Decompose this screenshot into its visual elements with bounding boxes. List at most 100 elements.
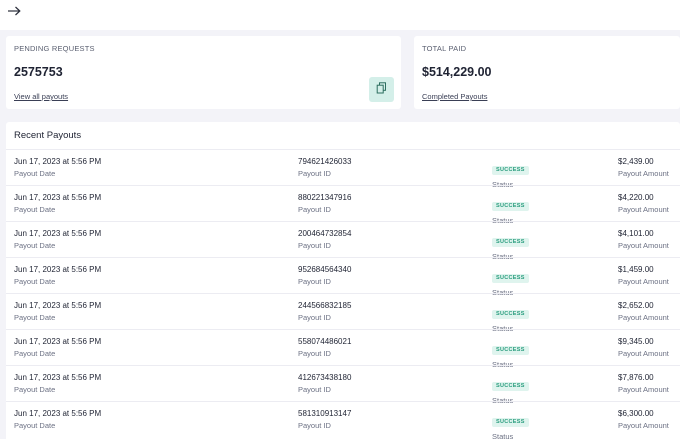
payout-id: 412673438180 [298, 373, 352, 382]
payout-date: Jun 17, 2023 at 5:56 PM [14, 301, 102, 310]
payout-date-cell: Jun 17, 2023 at 5:56 PM Payout Date [14, 265, 101, 287]
payout-id-label: Payout ID [298, 241, 331, 250]
payout-amount-cell: $9,345.00 Payout Amount [618, 337, 669, 359]
payout-id-label: Payout ID [298, 277, 331, 286]
payout-row[interactable]: Jun 17, 2023 at 5:56 PM Payout Date 5580… [6, 329, 680, 369]
payout-amount-label: Payout Amount [618, 313, 669, 322]
payout-row[interactable]: Jun 17, 2023 at 5:56 PM Payout Date 2445… [6, 293, 680, 333]
payout-row[interactable]: Jun 17, 2023 at 5:56 PM Payout Date 8802… [6, 185, 680, 225]
payout-date-cell: Jun 17, 2023 at 5:56 PM Payout Date [14, 301, 101, 323]
document-icon [376, 81, 387, 99]
payout-status-label: Status [492, 432, 514, 439]
payout-amount-label: Payout Amount [618, 385, 669, 394]
status-badge: SUCCESS [492, 202, 529, 211]
payout-id-cell: 794621426033 Payout ID [298, 157, 351, 179]
payout-amount-cell: $4,101.00 Payout Amount [618, 229, 669, 251]
payout-id-label: Payout ID [298, 349, 331, 358]
status-badge: SUCCESS [492, 274, 529, 283]
payout-date-label: Payout Date [14, 169, 56, 178]
payout-id: 952684564340 [298, 265, 352, 274]
payout-date-label: Payout Date [14, 385, 56, 394]
payout-amount-cell: $4,220.00 Payout Amount [618, 193, 669, 215]
payout-row[interactable]: Jun 17, 2023 at 5:56 PM Payout Date 2004… [6, 221, 680, 261]
pending-requests-label: PENDING REQUESTS [14, 44, 95, 53]
payout-status-cell: SUCCESS Status [492, 410, 529, 439]
payout-id-cell: 581310913147 Payout ID [298, 409, 351, 431]
arrow-right-icon[interactable] [6, 2, 22, 20]
payout-amount-cell: $2,652.00 Payout Amount [618, 301, 669, 323]
payout-amount: $1,459.00 [618, 265, 654, 274]
payout-row[interactable]: Jun 17, 2023 at 5:56 PM Payout Date 5813… [6, 401, 680, 439]
payout-amount: $4,220.00 [618, 193, 654, 202]
payout-id-label: Payout ID [298, 169, 331, 178]
payout-amount-cell: $6,300.00 Payout Amount [618, 409, 669, 431]
payout-id-cell: 880221347916 Payout ID [298, 193, 351, 215]
payout-amount: $4,101.00 [618, 229, 654, 238]
payout-date-cell: Jun 17, 2023 at 5:56 PM Payout Date [14, 409, 101, 431]
payout-date-label: Payout Date [14, 241, 56, 250]
payout-row[interactable]: Jun 17, 2023 at 5:56 PM Payout Date 7946… [6, 149, 680, 189]
status-badge: SUCCESS [492, 382, 529, 391]
payout-date: Jun 17, 2023 at 5:56 PM [14, 373, 102, 382]
payout-amount-cell: $2,439.00 Payout Amount [618, 157, 669, 179]
total-paid-value: $514,229.00 [422, 65, 492, 79]
payout-date-cell: Jun 17, 2023 at 5:56 PM Payout Date [14, 373, 101, 395]
recent-payouts-panel: Recent Payouts Jun 17, 2023 at 5:56 PM P… [6, 122, 680, 439]
payout-amount-label: Payout Amount [618, 277, 669, 286]
payout-id: 244566832185 [298, 301, 352, 310]
payout-date: Jun 17, 2023 at 5:56 PM [14, 157, 102, 166]
payouts-list: Jun 17, 2023 at 5:56 PM Payout Date 7946… [6, 149, 680, 439]
payout-date-label: Payout Date [14, 421, 56, 430]
payout-id-cell: 558074486021 Payout ID [298, 337, 351, 359]
total-paid-card: TOTAL PAID $514,229.00 Completed Payouts [414, 36, 680, 109]
payout-amount-label: Payout Amount [618, 421, 669, 430]
payout-id-label: Payout ID [298, 205, 331, 214]
payout-amount: $7,876.00 [618, 373, 654, 382]
payout-amount: $2,652.00 [618, 301, 654, 310]
status-badge: SUCCESS [492, 310, 529, 319]
payout-amount: $2,439.00 [618, 157, 654, 166]
payout-id-label: Payout ID [298, 313, 331, 322]
payout-amount-label: Payout Amount [618, 349, 669, 358]
payout-id: 880221347916 [298, 193, 352, 202]
document-button[interactable] [369, 77, 394, 102]
payout-id: 794621426033 [298, 157, 352, 166]
payout-amount-label: Payout Amount [618, 169, 669, 178]
payout-date-cell: Jun 17, 2023 at 5:56 PM Payout Date [14, 229, 101, 251]
payout-date-label: Payout Date [14, 205, 56, 214]
payout-id-label: Payout ID [298, 385, 331, 394]
total-paid-label: TOTAL PAID [422, 44, 467, 53]
payout-amount: $9,345.00 [618, 337, 654, 346]
status-badge: SUCCESS [492, 418, 529, 427]
payout-amount-cell: $7,876.00 Payout Amount [618, 373, 669, 395]
payout-id: 200464732854 [298, 229, 352, 238]
payout-id-cell: 244566832185 Payout ID [298, 301, 351, 323]
status-badge: SUCCESS [492, 166, 529, 175]
view-all-payouts-link[interactable]: View all payouts [14, 92, 68, 101]
pending-requests-card: PENDING REQUESTS 2575753 View all payout… [6, 36, 401, 109]
payout-date: Jun 17, 2023 at 5:56 PM [14, 193, 102, 202]
payout-id: 558074486021 [298, 337, 352, 346]
status-badge: SUCCESS [492, 238, 529, 247]
payout-id-cell: 952684564340 Payout ID [298, 265, 351, 287]
payout-id-label: Payout ID [298, 421, 331, 430]
payout-id: 581310913147 [298, 409, 352, 418]
payout-row[interactable]: Jun 17, 2023 at 5:56 PM Payout Date 9526… [6, 257, 680, 297]
completed-payouts-link[interactable]: Completed Payouts [422, 92, 487, 101]
pending-requests-value: 2575753 [14, 65, 63, 79]
payout-date-label: Payout Date [14, 349, 56, 358]
recent-payouts-title: Recent Payouts [14, 130, 82, 141]
payout-amount-label: Payout Amount [618, 241, 669, 250]
payout-date-cell: Jun 17, 2023 at 5:56 PM Payout Date [14, 337, 101, 359]
payout-date-cell: Jun 17, 2023 at 5:56 PM Payout Date [14, 193, 101, 215]
payout-id-cell: 200464732854 Payout ID [298, 229, 351, 251]
payout-date-label: Payout Date [14, 277, 56, 286]
payout-amount: $6,300.00 [618, 409, 654, 418]
payout-date: Jun 17, 2023 at 5:56 PM [14, 409, 102, 418]
payout-date: Jun 17, 2023 at 5:56 PM [14, 337, 102, 346]
payout-date-label: Payout Date [14, 313, 56, 322]
status-badge: SUCCESS [492, 346, 529, 355]
payout-id-cell: 412673438180 Payout ID [298, 373, 351, 395]
payout-row[interactable]: Jun 17, 2023 at 5:56 PM Payout Date 4126… [6, 365, 680, 405]
payout-date: Jun 17, 2023 at 5:56 PM [14, 265, 102, 274]
